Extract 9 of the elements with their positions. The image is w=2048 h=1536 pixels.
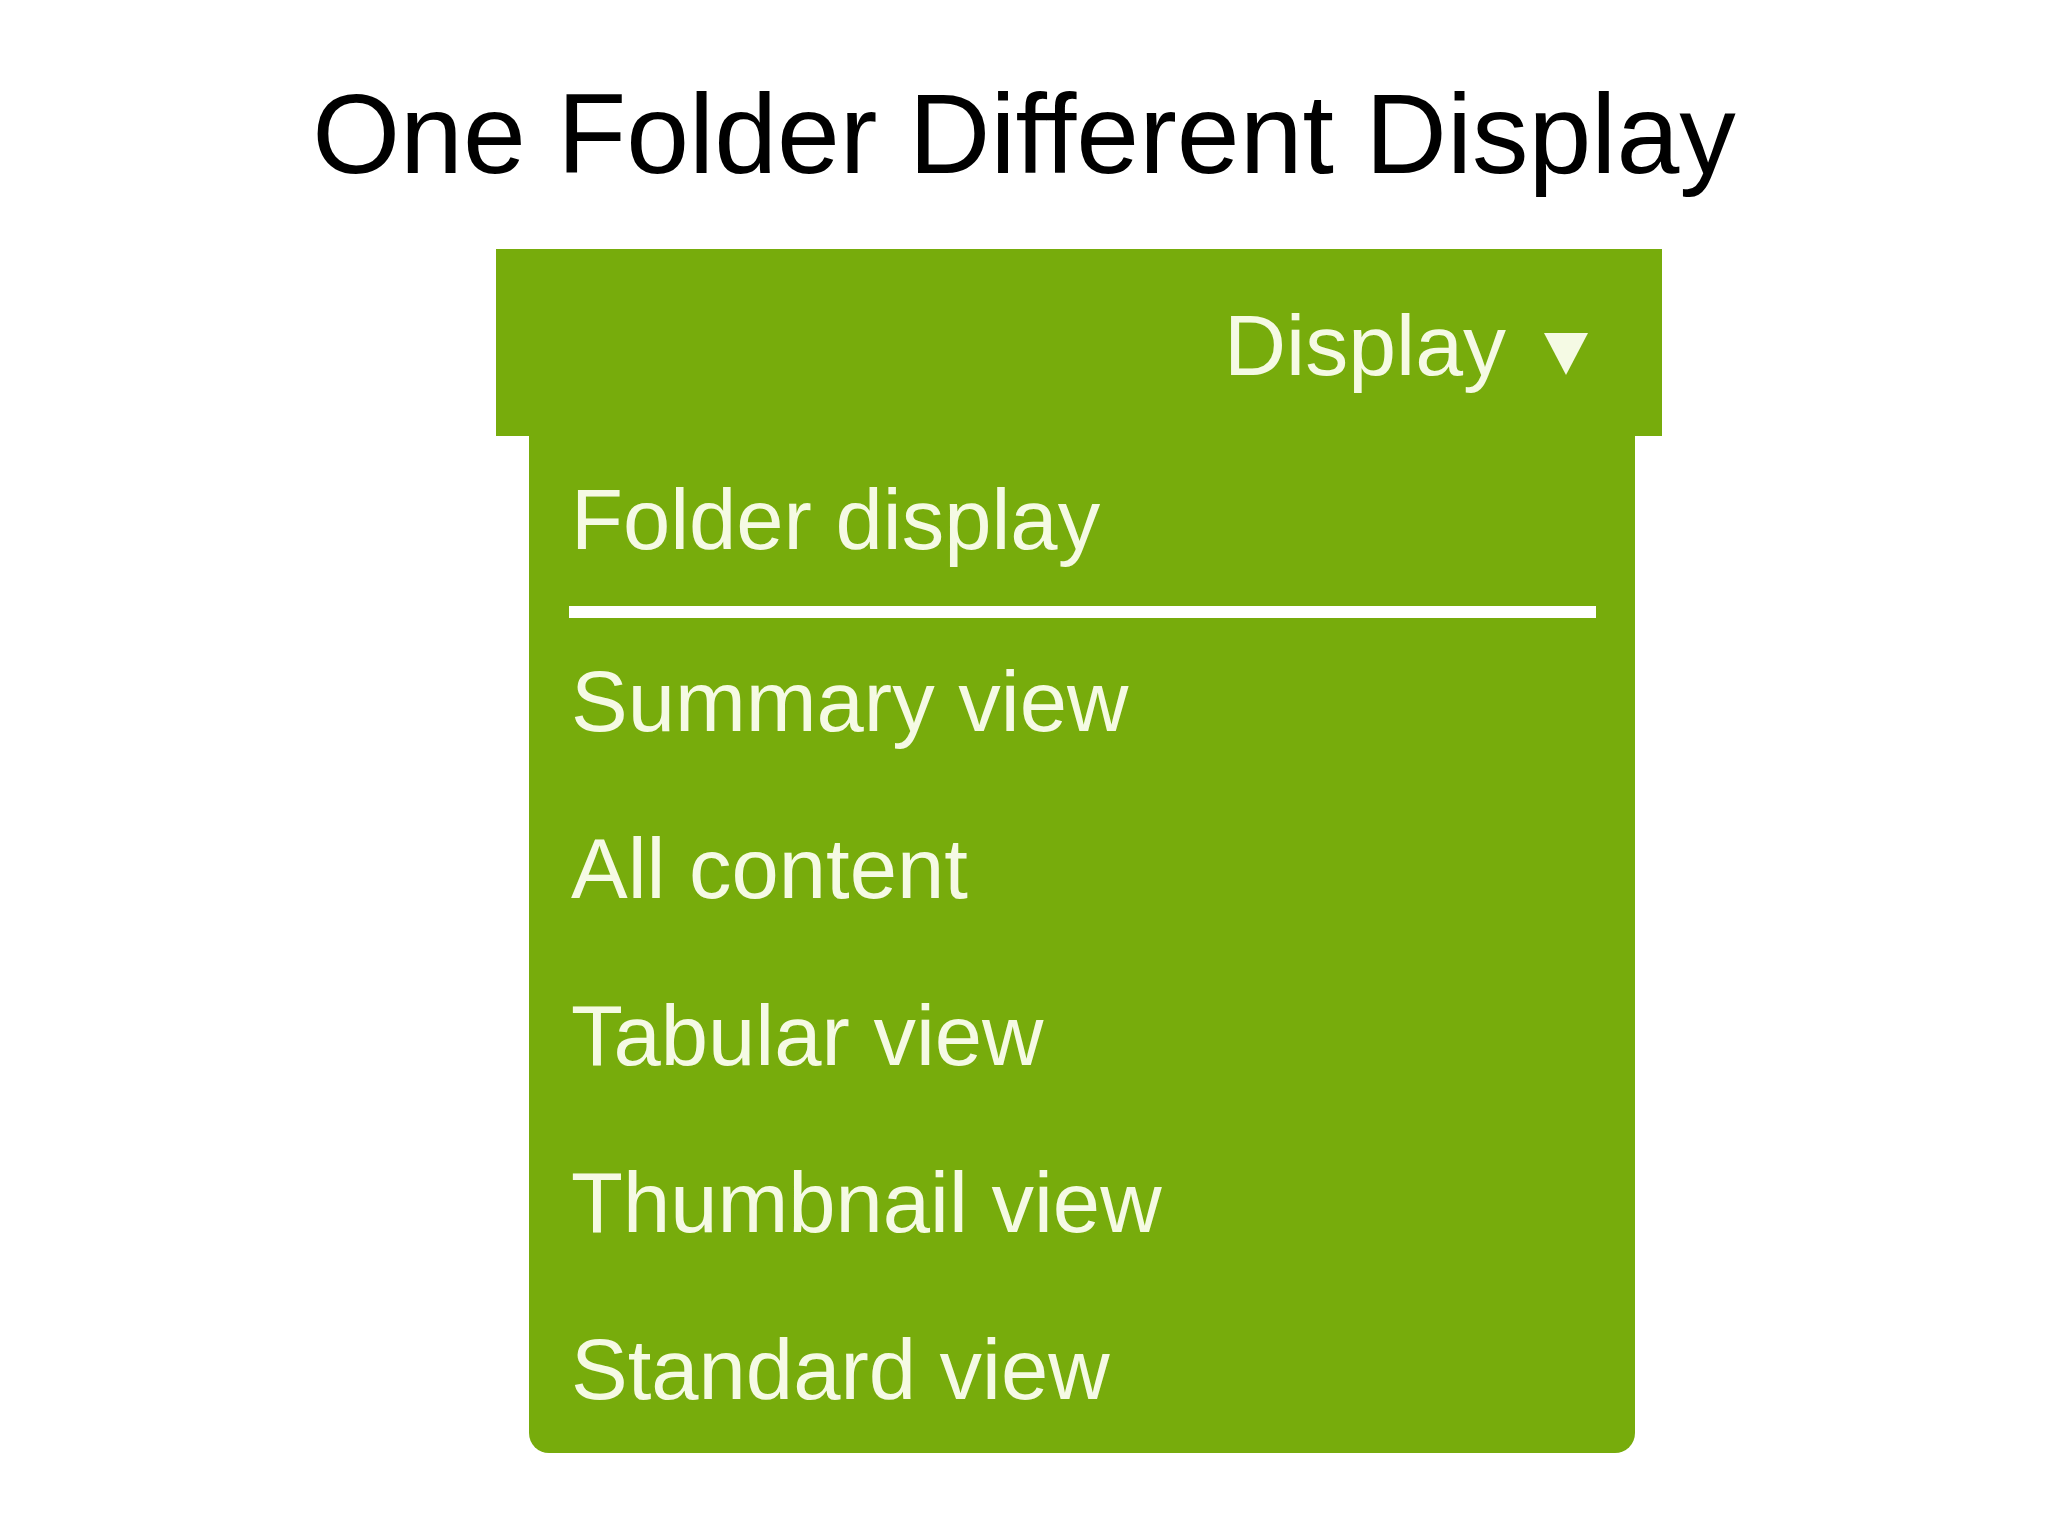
menu-item[interactable]: Tabular view <box>571 952 1596 1119</box>
display-dropdown-button[interactable]: Display <box>496 249 1662 436</box>
menu-item[interactable]: Summary view <box>571 618 1596 785</box>
caret-icon <box>1544 333 1588 375</box>
menu-item[interactable]: Thumbnail view <box>571 1119 1596 1286</box>
menu-item[interactable]: All content <box>571 785 1596 952</box>
menu-item[interactable]: Standard view <box>571 1286 1596 1453</box>
slide-title: One Folder Different Display <box>312 70 1736 199</box>
menu-heading: Folder display <box>571 471 1102 569</box>
